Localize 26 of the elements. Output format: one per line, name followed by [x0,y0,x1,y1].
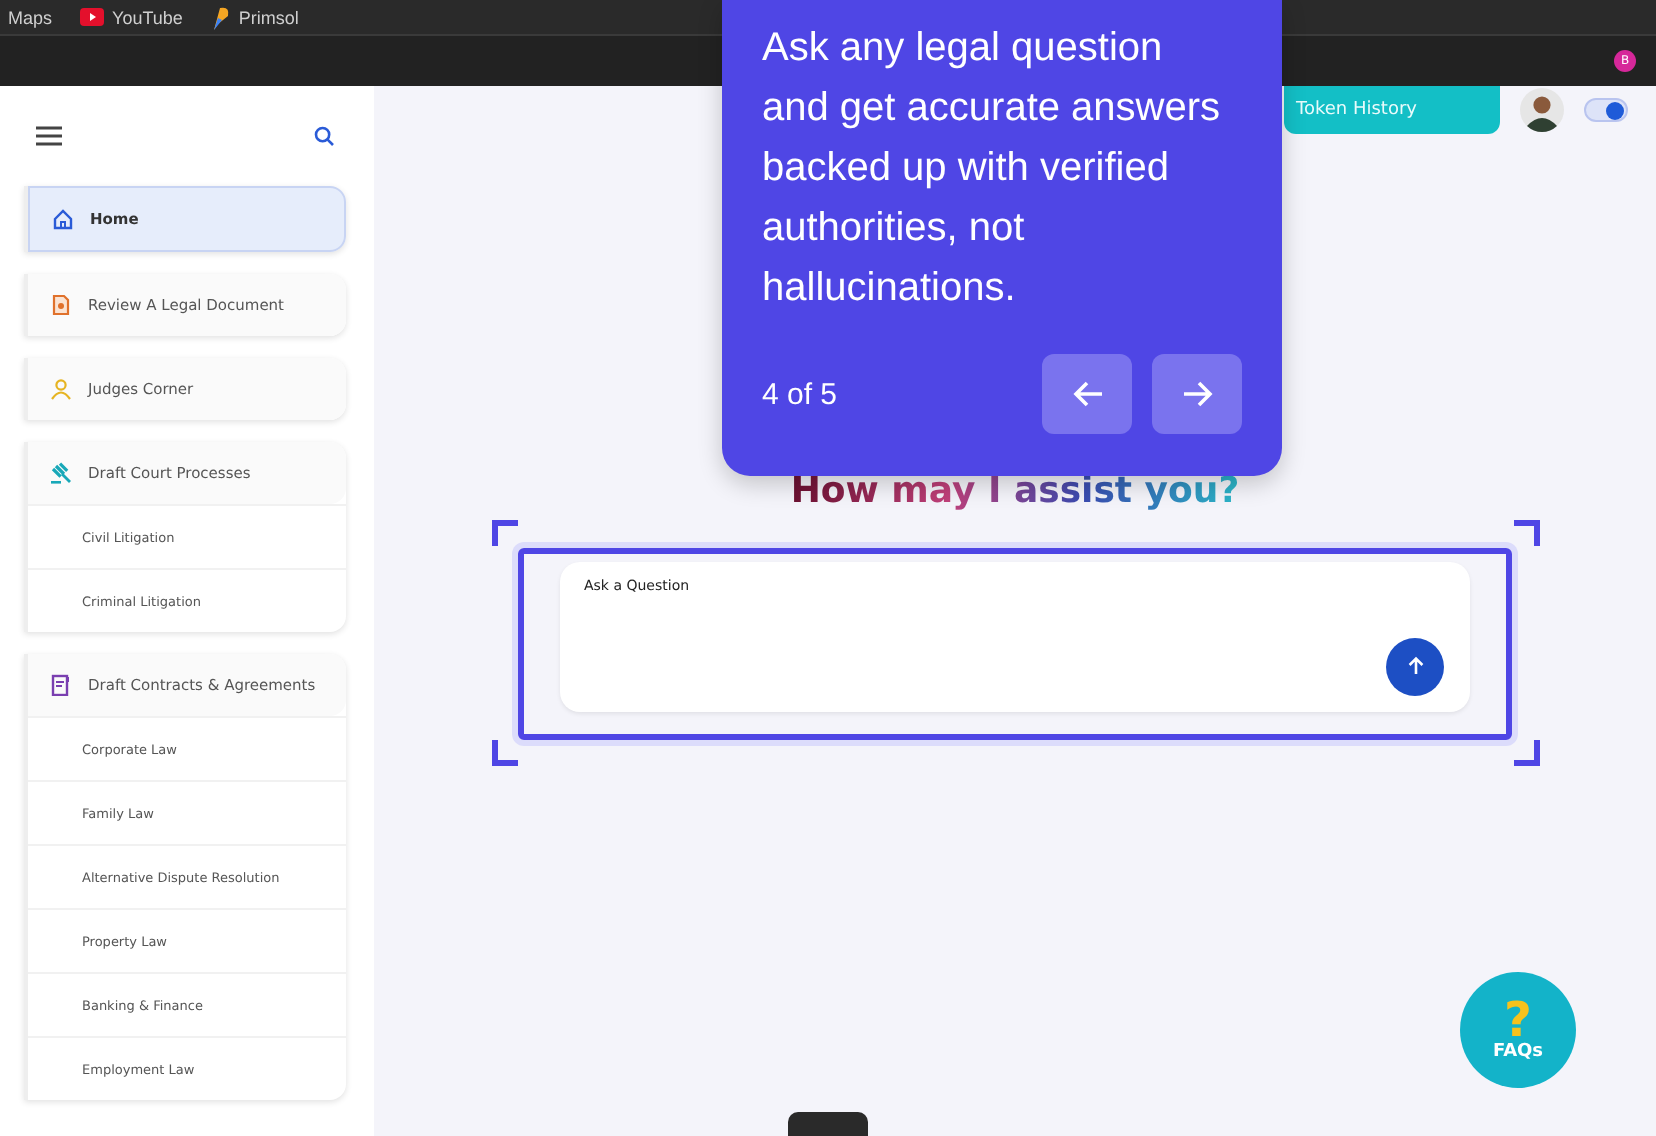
step-counter: 4 of 5 [762,377,840,411]
arrow-right-icon [1181,380,1213,408]
menu-icon[interactable] [36,126,62,146]
toggle-switch[interactable] [1584,98,1628,122]
bookmark-link[interactable]: Maps [8,7,53,27]
previous-button[interactable] [1042,354,1132,434]
contract-icon [50,674,72,696]
gavel-icon [50,462,72,484]
corner-bracket [491,520,517,546]
person-icon [50,378,72,400]
pager-tab[interactable] [788,1112,868,1136]
house-icon [52,208,74,230]
arrow-left-icon [1071,380,1103,408]
leaf-icon [210,5,231,29]
next-button[interactable] [1152,354,1242,434]
tour-message: Ask any legal question and get accurate answers backed up with verified authorities, not hallucinations. [762,24,1223,314]
search-icon[interactable] [314,126,334,146]
arrow-up-icon [1405,656,1425,676]
corner-bracket [1513,740,1539,766]
user-avatar-icon[interactable] [1520,88,1564,132]
video-play-icon [80,8,105,26]
corner-bracket [491,740,517,766]
document-icon [50,294,72,316]
bookmark-link[interactable]: Primsol [238,7,299,27]
corner-bracket [1513,520,1539,546]
bookmark-link[interactable]: YouTube [112,7,183,27]
